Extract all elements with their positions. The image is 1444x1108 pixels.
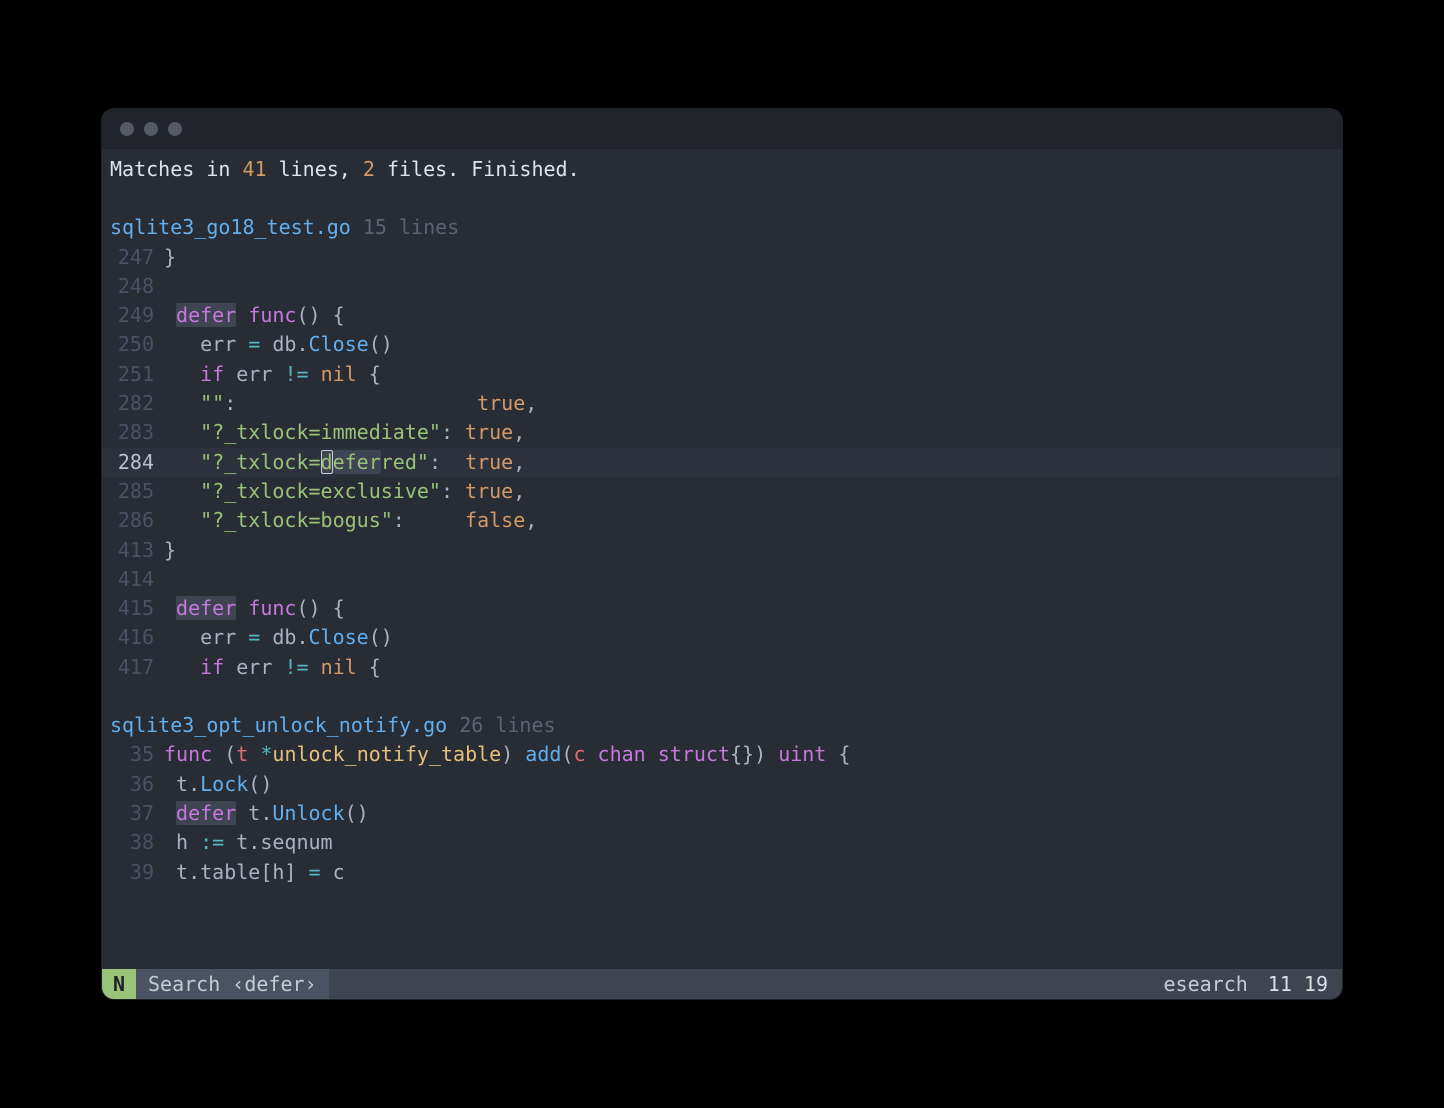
line-number: 250 <box>102 330 164 359</box>
search-result-line[interactable]: 250 err = db.Close() <box>102 330 1342 359</box>
search-result-line[interactable]: 249 defer func() { <box>102 301 1342 330</box>
line-number: 283 <box>102 418 164 447</box>
code-text: func (t *unlock_notify_table) add(c chan… <box>164 740 1342 769</box>
search-result-line[interactable]: 282 "": true, <box>102 389 1342 418</box>
search-result-line[interactable]: 37 defer t.Unlock() <box>102 799 1342 828</box>
file-name[interactable]: sqlite3_opt_unlock_notify.go <box>110 713 447 737</box>
line-number: 39 <box>102 858 164 887</box>
line-number: 247 <box>102 243 164 272</box>
terminal-window: Matches in 41 lines, 2 files. Finished. s… <box>102 109 1342 999</box>
file-line-count: 15 lines <box>363 215 459 239</box>
search-result-line[interactable]: 284 "?_txlock=deferred": true, <box>102 448 1342 477</box>
line-number: 415 <box>102 594 164 623</box>
line-number: 249 <box>102 301 164 330</box>
search-result-line[interactable]: 285 "?_txlock=exclusive": true, <box>102 477 1342 506</box>
code-text <box>164 565 1342 594</box>
zoom-icon[interactable] <box>168 122 182 136</box>
search-result-line[interactable]: 414 <box>102 565 1342 594</box>
search-result-line[interactable]: 36 t.Lock() <box>102 770 1342 799</box>
file-name[interactable]: sqlite3_go18_test.go <box>110 215 351 239</box>
line-number: 251 <box>102 360 164 389</box>
code-text: if err != nil { <box>164 653 1342 682</box>
search-result-line[interactable]: 416 err = db.Close() <box>102 623 1342 652</box>
line-number: 284 <box>102 448 164 477</box>
search-summary: Matches in 41 lines, 2 files. Finished. <box>102 155 1342 184</box>
minimize-icon[interactable] <box>144 122 158 136</box>
line-number: 413 <box>102 536 164 565</box>
search-result-line[interactable]: 251 if err != nil { <box>102 360 1342 389</box>
search-result-line[interactable]: 286 "?_txlock=bogus": false, <box>102 506 1342 535</box>
code-text <box>164 272 1342 301</box>
status-buffer-title: Search ‹defer› <box>136 969 329 999</box>
search-result-line[interactable]: 248 <box>102 272 1342 301</box>
status-cursor-position: 11 19 <box>1262 969 1342 999</box>
search-result-line[interactable]: 417 if err != nil { <box>102 653 1342 682</box>
editor-content[interactable]: Matches in 41 lines, 2 files. Finished. s… <box>102 149 1342 969</box>
code-text: if err != nil { <box>164 360 1342 389</box>
code-text: defer func() { <box>164 301 1342 330</box>
close-icon[interactable] <box>120 122 134 136</box>
code-text: } <box>164 243 1342 272</box>
code-text: t.Lock() <box>164 770 1342 799</box>
code-text: t.table[h] = c <box>164 858 1342 887</box>
line-number: 37 <box>102 799 164 828</box>
line-number: 414 <box>102 565 164 594</box>
code-text: "?_txlock=immediate": true, <box>164 418 1342 447</box>
file-header[interactable]: sqlite3_opt_unlock_notify.go 26 lines <box>102 711 1342 740</box>
search-result-line[interactable]: 39 t.table[h] = c <box>102 858 1342 887</box>
code-text: err = db.Close() <box>164 330 1342 359</box>
line-number: 35 <box>102 740 164 769</box>
code-text: defer func() { <box>164 594 1342 623</box>
line-number: 285 <box>102 477 164 506</box>
code-text: err = db.Close() <box>164 623 1342 652</box>
line-number: 38 <box>102 828 164 857</box>
search-result-line[interactable]: 415 defer func() { <box>102 594 1342 623</box>
status-mode-indicator: N <box>102 969 136 999</box>
line-number: 416 <box>102 623 164 652</box>
file-header[interactable]: sqlite3_go18_test.go 15 lines <box>102 213 1342 242</box>
code-text: "?_txlock=bogus": false, <box>164 506 1342 535</box>
line-number: 282 <box>102 389 164 418</box>
code-text: "?_txlock=deferred": true, <box>164 448 1342 477</box>
line-number: 248 <box>102 272 164 301</box>
titlebar <box>102 109 1342 149</box>
code-text: "?_txlock=exclusive": true, <box>164 477 1342 506</box>
code-text: "": true, <box>164 389 1342 418</box>
code-text: defer t.Unlock() <box>164 799 1342 828</box>
line-number: 417 <box>102 653 164 682</box>
search-result-line[interactable]: 413} <box>102 536 1342 565</box>
status-fill <box>329 969 1150 999</box>
search-result-line[interactable]: 247} <box>102 243 1342 272</box>
search-result-line[interactable]: 283 "?_txlock=immediate": true, <box>102 418 1342 447</box>
search-result-line[interactable]: 38 h := t.seqnum <box>102 828 1342 857</box>
line-number: 36 <box>102 770 164 799</box>
line-number: 286 <box>102 506 164 535</box>
code-text: h := t.seqnum <box>164 828 1342 857</box>
code-text: } <box>164 536 1342 565</box>
status-mode-name: esearch <box>1149 969 1261 999</box>
statusbar: N Search ‹defer› esearch 11 19 <box>102 969 1342 999</box>
file-line-count: 26 lines <box>459 713 555 737</box>
search-result-line[interactable]: 35func (t *unlock_notify_table) add(c ch… <box>102 740 1342 769</box>
